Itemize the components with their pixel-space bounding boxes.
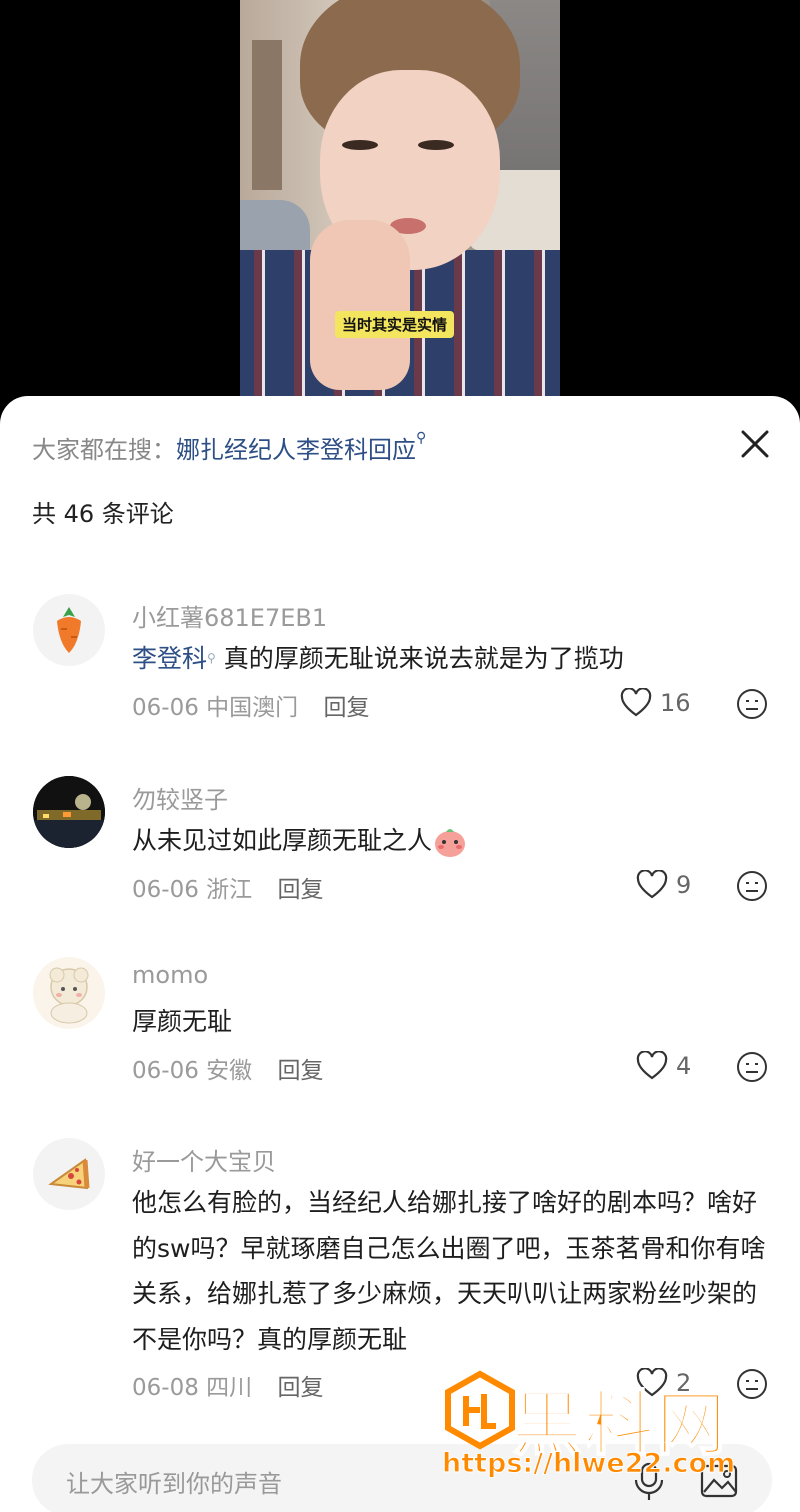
comment-sheet: 大家都在搜：娜扎经纪人李登科回应⚲ 共 46 条评论 小红薯681E7EB1 李…: [0, 396, 800, 1512]
reply-button[interactable]: 回复: [277, 1058, 323, 1084]
reply-button[interactable]: 回复: [277, 877, 323, 903]
carrot-icon[interactable]: [33, 594, 105, 666]
watermark: 黑料网 https://hlwe22.com: [440, 1370, 800, 1512]
comment-location: 浙江: [206, 877, 253, 903]
comment-count: 共 46 条评论: [32, 500, 174, 528]
emoji-icon[interactable]: [736, 688, 768, 720]
like-count: 16: [660, 689, 691, 717]
heart-icon: [636, 870, 668, 899]
like-count: 9: [676, 871, 692, 899]
watermark-url: https://hlwe22.com: [441, 1448, 736, 1480]
comment-input-placeholder[interactable]: 让大家听到你的声音: [66, 1464, 282, 1499]
comment-location: 中国澳门: [206, 695, 299, 721]
comment-meta: 06-06 安徽 回复: [132, 1051, 323, 1085]
heart-icon: [636, 1051, 668, 1080]
comment-date: 06-08: [132, 1375, 199, 1401]
comment-meta: 06-06 浙江 回复: [132, 870, 323, 904]
watermark-logo-icon: [445, 1370, 515, 1450]
like-button[interactable]: 4: [636, 1051, 691, 1081]
comment-text: 从未见过如此厚颜无耻之人: [132, 818, 772, 863]
comment-text: 厚颜无耻: [132, 999, 772, 1044]
night-city-avatar[interactable]: [33, 776, 105, 848]
comment-meta: 06-06 中国澳门 回复: [132, 688, 369, 722]
comment-username[interactable]: 好一个大宝贝: [132, 1142, 276, 1177]
comment-body: 从未见过如此厚颜无耻之人: [132, 826, 433, 855]
trending-search-prefix: 大家都在搜：: [32, 436, 176, 464]
emoji-icon[interactable]: [736, 870, 768, 902]
emoji-icon[interactable]: [736, 1051, 768, 1083]
comment-date: 06-06: [132, 877, 199, 903]
like-button[interactable]: 9: [636, 870, 691, 900]
comment-meta: 06-08 四川 回复: [132, 1368, 323, 1402]
comment-date: 06-06: [132, 695, 199, 721]
comment-text: 他怎么有脸的，当经纪人给娜扎接了啥好的剧本吗？啥好的sw吗？早就琢磨自己怎么出圈…: [132, 1180, 772, 1362]
search-icon: ⚲: [207, 651, 216, 665]
like-count: 4: [676, 1052, 692, 1080]
comment-date: 06-06: [132, 1058, 199, 1084]
comment-location: 安徽: [206, 1058, 253, 1084]
video-subtitle: 当时其实是实情: [335, 311, 455, 338]
comment-body: 厚颜无耻: [132, 1007, 233, 1036]
reply-button[interactable]: 回复: [323, 695, 369, 721]
close-icon[interactable]: [735, 424, 775, 464]
heart-icon: [620, 688, 652, 717]
blush-emoji-icon: [432, 824, 468, 860]
mention-link[interactable]: 李登科: [132, 644, 207, 673]
pizza-icon[interactable]: [33, 1138, 105, 1210]
like-button[interactable]: 16: [620, 688, 691, 718]
comment-body: 他怎么有脸的，当经纪人给娜扎接了啥好的剧本吗？啥好的sw吗？早就琢磨自己怎么出圈…: [132, 1188, 766, 1354]
comment-location: 四川: [206, 1375, 253, 1401]
comment-body: 真的厚颜无耻说来说去就是为了揽功: [215, 644, 624, 673]
comment-text: 李登科⚲ 真的厚颜无耻说来说去就是为了揽功: [132, 636, 772, 681]
comment-username[interactable]: 小红薯681E7EB1: [132, 598, 327, 633]
video-player[interactable]: 当时其实是实情: [0, 0, 800, 400]
search-icon: ⚲: [416, 430, 427, 446]
trending-search[interactable]: 大家都在搜：娜扎经纪人李登科回应⚲: [32, 430, 426, 465]
comment-username[interactable]: momo: [132, 961, 208, 989]
trending-search-term[interactable]: 娜扎经纪人李登科回应: [176, 436, 416, 464]
reply-button[interactable]: 回复: [277, 1375, 323, 1401]
sheep-avatar[interactable]: [33, 957, 105, 1029]
comment-username[interactable]: 勿较竖子: [132, 780, 228, 815]
video-frame: 当时其实是实情: [240, 0, 560, 398]
